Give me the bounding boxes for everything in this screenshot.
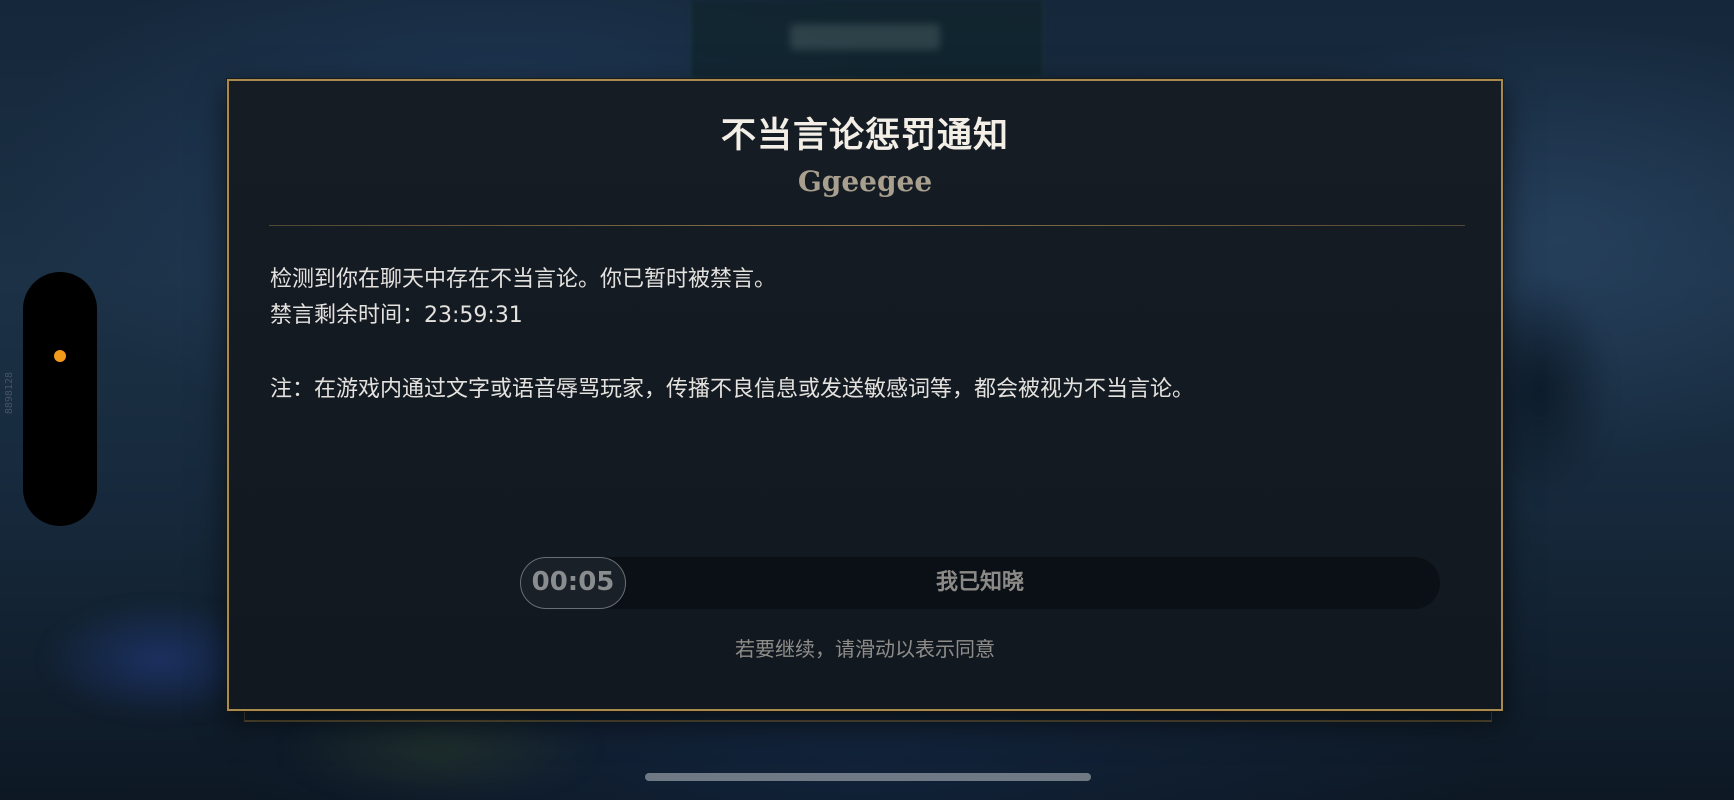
side-tag-text: 8898128 bbox=[4, 372, 15, 415]
dialog-title: 不当言论惩罚通知 bbox=[720, 116, 1009, 156]
title-divider bbox=[269, 225, 1465, 226]
acknowledge-slider-label: 我已知晓 bbox=[935, 570, 1024, 595]
acknowledge-slider[interactable]: 我已知晓 00:05 bbox=[520, 557, 1440, 609]
message-text: 检测到你在聊天中存在不当言论。你已暂时被禁言。 bbox=[270, 267, 777, 292]
home-indicator[interactable] bbox=[645, 773, 1091, 781]
penalty-notice-dialog: 不当言论惩罚通知 Ggeegee 检测到你在聊天中存在不当言论。你已暂时被禁言。… bbox=[227, 79, 1503, 711]
background-top-panel-text bbox=[790, 24, 940, 50]
mute-remaining-text: 禁言剩余时间：23:59:31 bbox=[270, 303, 523, 328]
slide-hint-text: 若要继续，请滑动以表示同意 bbox=[735, 637, 995, 661]
side-handle[interactable] bbox=[23, 272, 97, 526]
slider-thumb-countdown[interactable]: 00:05 bbox=[520, 557, 626, 609]
side-handle-indicator bbox=[54, 350, 66, 362]
player-name: Ggeegee bbox=[797, 165, 933, 198]
note-text: 注：在游戏内通过文字或语音辱骂玩家，传播不良信息或发送敏感词等，都会被视为不当言… bbox=[270, 377, 1195, 402]
